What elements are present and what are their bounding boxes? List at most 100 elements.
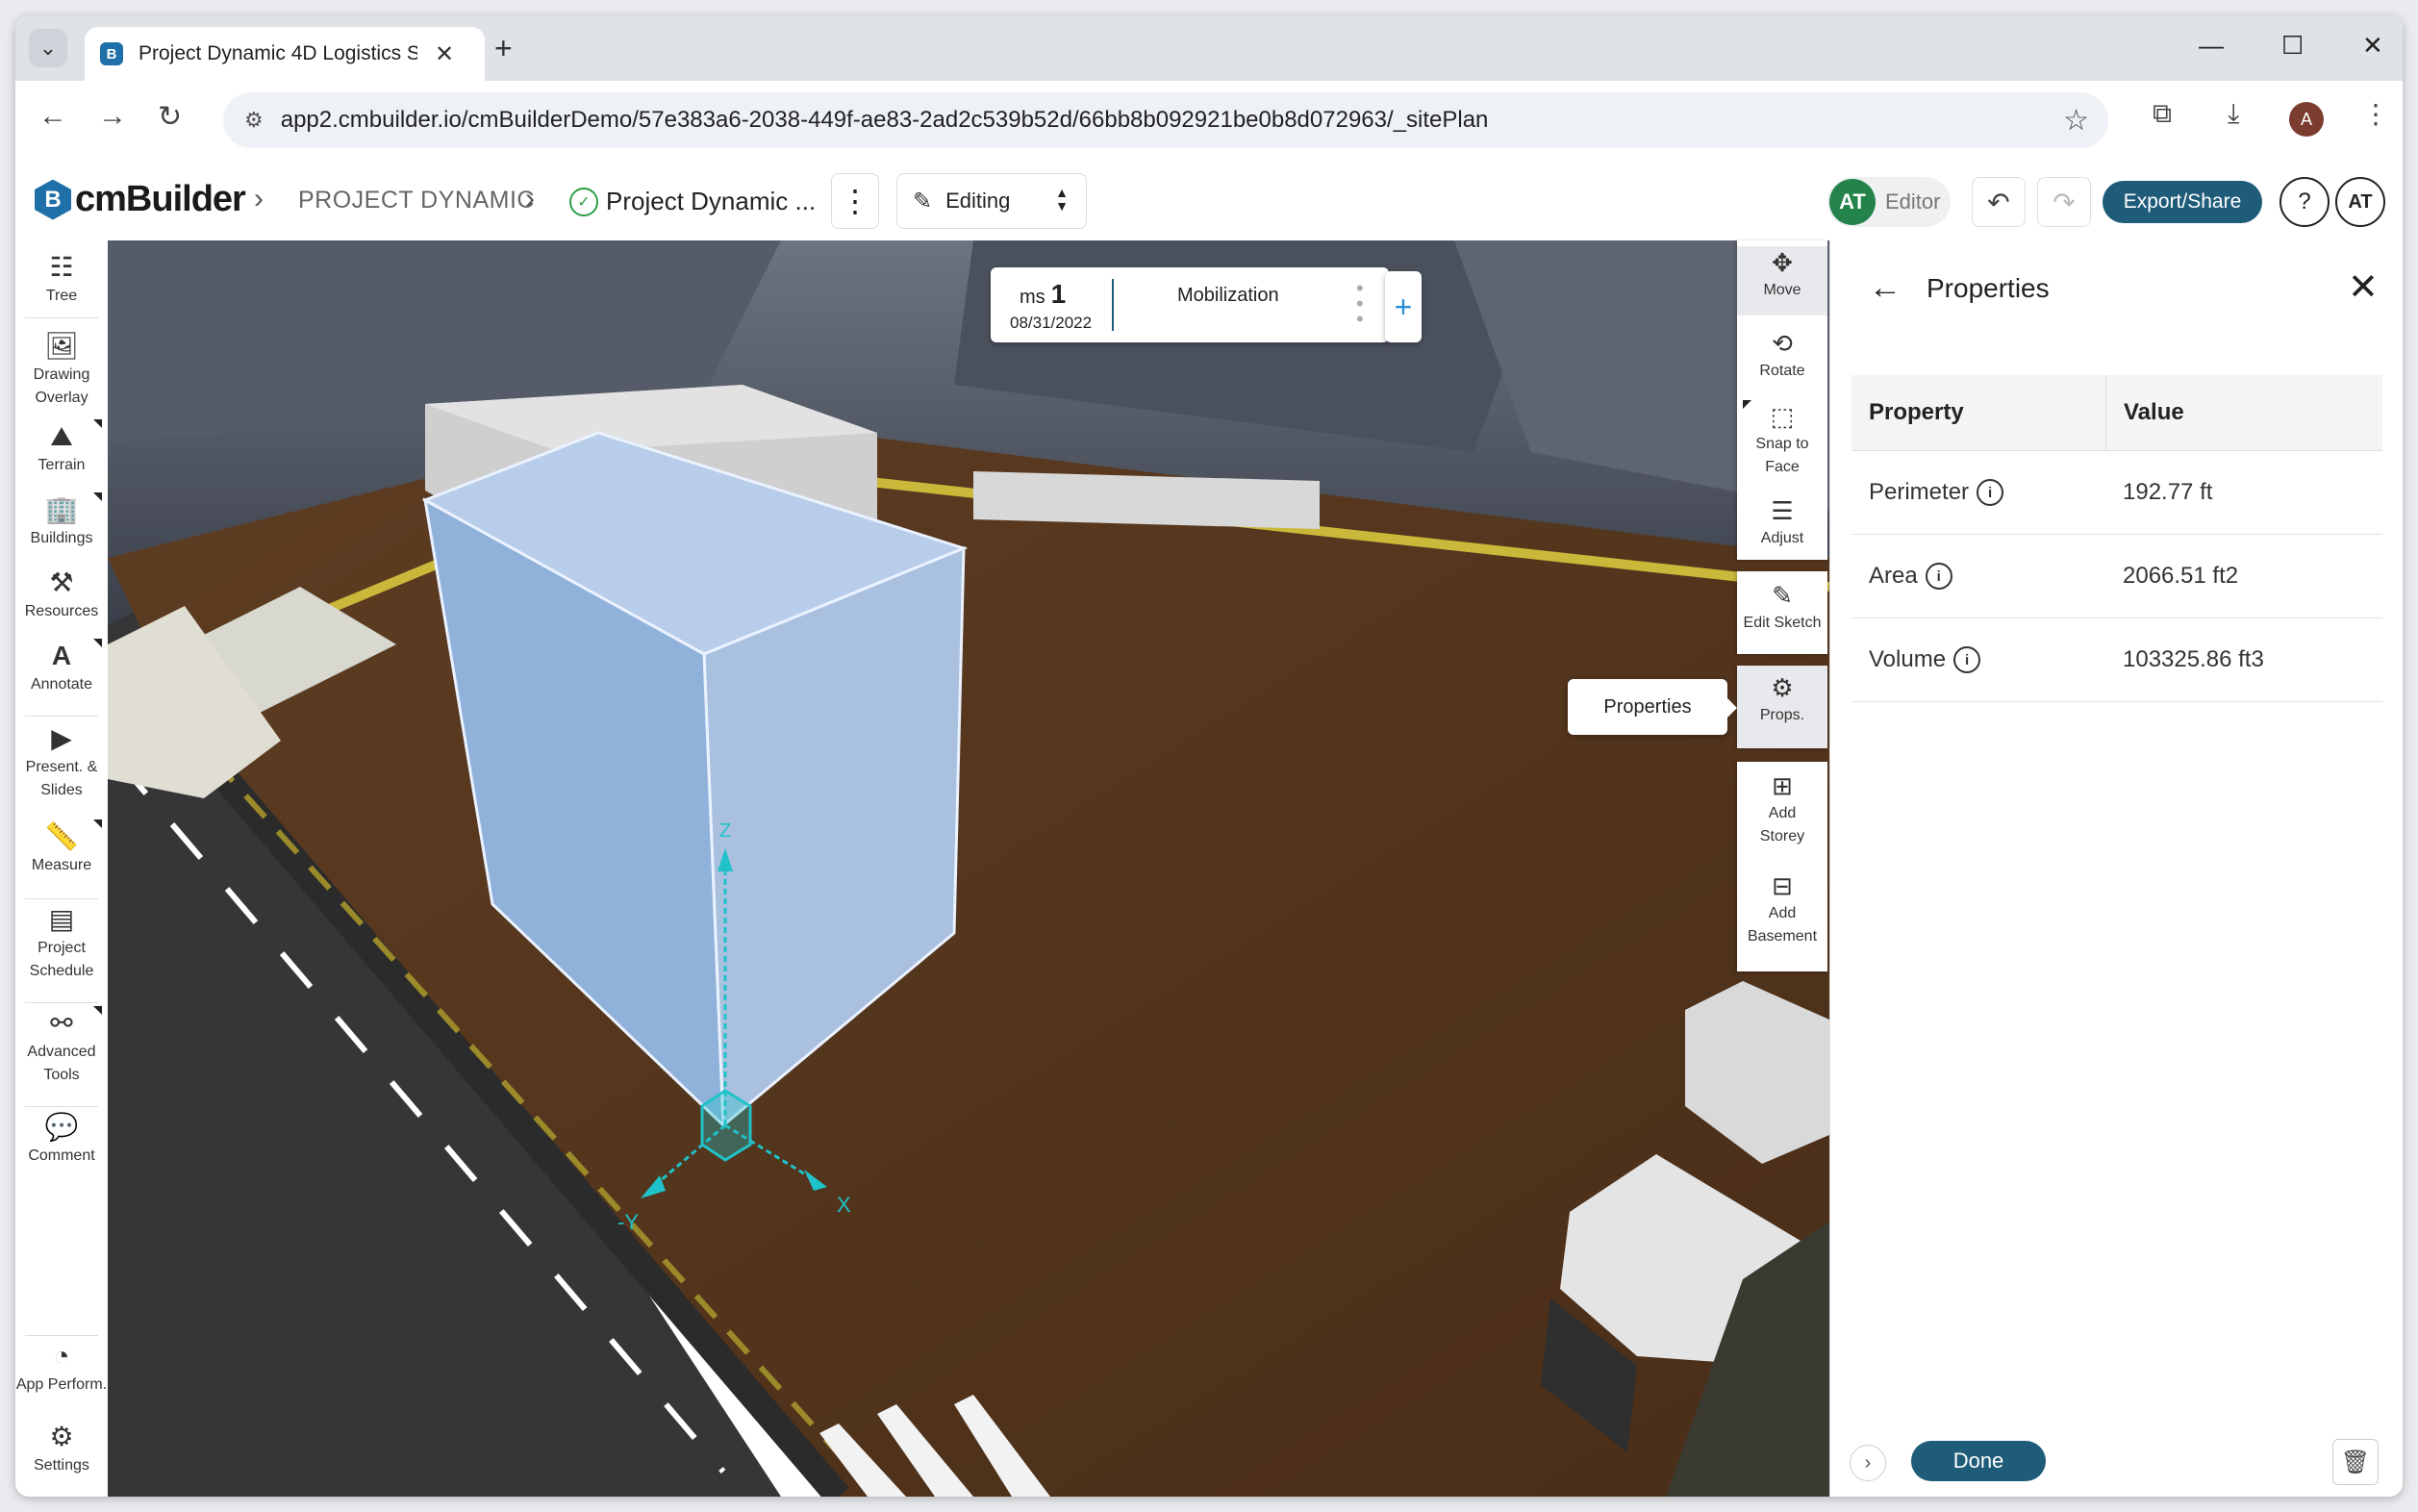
maximize-icon[interactable]: ☐ bbox=[2281, 31, 2304, 61]
add-milestone-button[interactable]: + bbox=[1385, 271, 1422, 342]
tab-title: Project Dynamic 4D Logistics Si bbox=[139, 42, 417, 64]
milestone-index: 1 bbox=[1050, 279, 1067, 309]
browser-window: ⌄ B Project Dynamic 4D Logistics Si ✕ + … bbox=[15, 15, 2403, 1497]
reload-icon[interactable]: ↻ bbox=[158, 100, 182, 134]
close-tab-icon[interactable]: ✕ bbox=[435, 40, 454, 68]
table-header: Property Value bbox=[1851, 375, 2382, 451]
undo-button[interactable]: ↶ bbox=[1972, 177, 2026, 227]
close-icon[interactable]: ✕ bbox=[2348, 265, 2379, 309]
tool-advanced[interactable]: ⚯ Advanced Tools bbox=[15, 1006, 108, 1087]
breadcrumb-scene[interactable]: ✓ Project Dynamic ... bbox=[569, 187, 816, 216]
tool-settings[interactable]: ⚙ Settings bbox=[15, 1420, 108, 1477]
tool-buildings[interactable]: 🏢 Buildings bbox=[15, 492, 108, 550]
props-label: Props. bbox=[1759, 707, 1805, 723]
milestone-divider bbox=[1112, 279, 1114, 331]
browser-tab[interactable]: B Project Dynamic 4D Logistics Si ✕ bbox=[85, 27, 485, 81]
new-tab-icon[interactable]: + bbox=[494, 31, 513, 66]
tool-label: App Perform. bbox=[15, 1376, 108, 1393]
panel-title: Properties bbox=[1927, 273, 2050, 303]
milestone-card[interactable]: ms 1 08/31/2022 Mobilization • • • bbox=[991, 267, 1389, 342]
props-tooltip: Properties bbox=[1568, 679, 1737, 735]
profile-button[interactable]: AT bbox=[2335, 177, 2385, 227]
value-cell: 103325.86 ft3 bbox=[2123, 646, 2264, 672]
props-icon: ⚙ bbox=[1771, 673, 1794, 702]
scene-menu-button[interactable]: ⋮ bbox=[831, 173, 879, 229]
add-storey-tool[interactable]: ⊞ Add Storey bbox=[1737, 769, 1827, 848]
redo-button[interactable]: ↷ bbox=[2037, 177, 2091, 227]
properties-panel: ← Properties ✕ Property Value Perimeter i… bbox=[1829, 240, 2403, 1497]
extensions-icon[interactable]: ⧉ bbox=[2153, 98, 2172, 130]
app-logo[interactable]: B cmBuilder bbox=[35, 179, 246, 220]
browser-menu-icon[interactable]: ⋮ bbox=[2362, 98, 2389, 130]
add-basement-tool[interactable]: ⊟ Add Basement bbox=[1737, 869, 1827, 948]
tool-annotate[interactable]: A Annotate bbox=[15, 639, 108, 696]
info-icon[interactable]: i bbox=[1953, 646, 1981, 673]
user-avatar: AT bbox=[1829, 179, 1876, 225]
export-share-button[interactable]: Export/Share bbox=[2103, 181, 2262, 223]
tool-tree[interactable]: ☷ Tree bbox=[15, 250, 108, 308]
tool-measure[interactable]: 📏 Measure bbox=[15, 819, 108, 877]
chevron-right-icon: › bbox=[254, 183, 264, 214]
submenu-indicator-icon bbox=[1743, 400, 1751, 409]
3d-viewport[interactable]: Z X -Y bbox=[108, 240, 1829, 1497]
props-tool[interactable]: ⚙ Props. bbox=[1737, 666, 1827, 748]
tab-search-button[interactable]: ⌄ bbox=[29, 29, 67, 67]
back-icon[interactable]: ← bbox=[38, 100, 67, 133]
trash-icon[interactable]: 🗑 bbox=[2332, 1439, 2379, 1485]
snap-to-face-tool[interactable]: ⬚ Snap to Face bbox=[1737, 400, 1827, 479]
info-icon[interactable]: i bbox=[1925, 563, 1952, 590]
milestone-date: 08/31/2022 bbox=[1010, 314, 1093, 332]
tool-presentation[interactable]: ▶ Present. & Slides bbox=[15, 721, 108, 802]
tool-terrain[interactable]: ⛰ Terrain bbox=[15, 419, 108, 477]
close-window-icon[interactable]: ✕ bbox=[2362, 31, 2383, 61]
breadcrumb-scene-label: Project Dynamic ... bbox=[606, 187, 817, 215]
tool-comment[interactable]: 💬 Comment bbox=[15, 1110, 108, 1168]
x-axis-label: X bbox=[837, 1193, 851, 1217]
mode-select[interactable]: ✎ Editing ▲ ▼ bbox=[896, 173, 1087, 229]
check-circle-icon: ✓ bbox=[569, 187, 598, 216]
minimize-icon[interactable]: — bbox=[2199, 31, 2224, 61]
tool-label: Project Schedule bbox=[29, 940, 94, 979]
help-button[interactable]: ? bbox=[2279, 177, 2330, 227]
rotate-label: Rotate bbox=[1759, 363, 1805, 379]
divider bbox=[25, 1106, 98, 1107]
url-field[interactable]: ⚙ app2.cmbuilder.io/cmBuilderDemo/57e383… bbox=[223, 92, 2108, 148]
tool-resources[interactable]: ⚒ Resources bbox=[15, 566, 108, 623]
logo-text: cmBuilder bbox=[75, 179, 246, 219]
scene-canvas[interactable]: Z X -Y bbox=[108, 240, 1829, 1497]
tool-app-performance[interactable]: ◔ App Perform. bbox=[15, 1339, 108, 1397]
url-text: app2.cmbuilder.io/cmBuilderDemo/57e383a6… bbox=[280, 107, 1489, 133]
table-row: Perimeter i 192.77 ft bbox=[1851, 451, 2382, 535]
submenu-indicator-icon bbox=[93, 492, 102, 501]
tool-label: Drawing Overlay bbox=[33, 366, 90, 406]
expand-panel-button[interactable]: › bbox=[1850, 1445, 1886, 1481]
browser-profile-avatar[interactable]: A bbox=[2289, 102, 2324, 137]
add-storey-icon: ⊞ bbox=[1772, 771, 1793, 800]
tab-strip: ⌄ B Project Dynamic 4D Logistics Si ✕ + … bbox=[15, 15, 2403, 81]
rotate-tool[interactable]: ⟲ Rotate bbox=[1737, 327, 1827, 383]
app-header: B cmBuilder › PROJECT DYNAMIC › ✓ Projec… bbox=[15, 162, 2403, 241]
tool-label: Annotate bbox=[30, 676, 93, 693]
edit-sketch-tool[interactable]: ✎ Edit Sketch bbox=[1737, 579, 1827, 635]
move-icon: ✥ bbox=[1772, 248, 1793, 277]
milestone-drag-handle[interactable]: • • • bbox=[1356, 278, 1366, 330]
bookmark-star-icon[interactable]: ☆ bbox=[2063, 104, 2089, 138]
done-button[interactable]: Done bbox=[1911, 1441, 2046, 1481]
adjust-tool[interactable]: ☰ Adjust bbox=[1737, 494, 1827, 550]
info-icon[interactable]: i bbox=[1977, 479, 2004, 506]
site-info-icon[interactable]: ⚙ bbox=[244, 108, 264, 133]
y-axis-label: -Y bbox=[617, 1210, 639, 1234]
back-arrow-icon[interactable]: ← bbox=[1869, 269, 1902, 307]
move-tool[interactable]: ✥ Move bbox=[1737, 246, 1827, 315]
tool-project-schedule[interactable]: ▤ Project Schedule bbox=[15, 902, 108, 983]
value-cell: 2066.51 ft2 bbox=[2123, 563, 2239, 589]
user-role-pill[interactable]: AT Editor bbox=[1827, 177, 1951, 227]
tool-drawing-overlay[interactable]: 🖼 Drawing Overlay bbox=[15, 329, 108, 410]
properties-table: Property Value Perimeter i 192.77 ft Area… bbox=[1851, 375, 2382, 702]
forward-icon[interactable]: → bbox=[98, 100, 127, 133]
sketch-tool-group: ✎ Edit Sketch bbox=[1737, 571, 1827, 654]
download-icon[interactable]: ⤓ bbox=[2228, 98, 2239, 130]
adjust-label: Adjust bbox=[1760, 530, 1804, 546]
breadcrumb-project[interactable]: PROJECT DYNAMIC bbox=[298, 187, 535, 214]
divider bbox=[25, 1335, 98, 1336]
